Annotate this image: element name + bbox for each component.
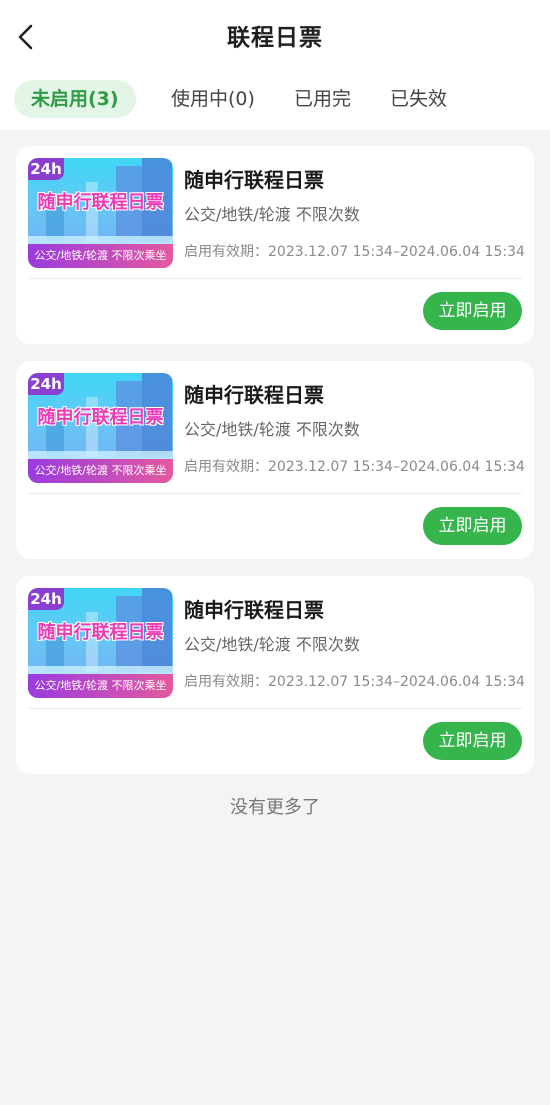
activate-button[interactable]: 立即启用 — [423, 722, 522, 760]
page-title: 联程日票 — [227, 25, 323, 51]
ticket-image-title: 随申行联程日票 — [37, 192, 164, 213]
ticket-card[interactable]: 24h 随申行联程日票 公交/地铁/轮渡 不限次乘坐 随申行联程日票 公交/地铁… — [16, 576, 534, 774]
tab-used-up[interactable]: 已用完 — [294, 80, 351, 118]
ticket-name: 随申行联程日票 — [184, 383, 324, 407]
duration-badge: 24h — [28, 373, 64, 395]
divider — [28, 493, 522, 494]
tab-unused[interactable]: 未启用(3) — [14, 80, 136, 118]
top-bar: 联程日票 未启用(3) 使用中(0) 已用完 已失效 — [0, 0, 550, 130]
ticket-name: 随申行联程日票 — [184, 598, 324, 622]
ticket-validity: 启用有效期：2023.12.07 15:34–2024.06.04 15:34 — [184, 674, 525, 690]
ticket-image-title: 随申行联程日票 — [37, 407, 164, 428]
ticket-name: 随申行联程日票 — [184, 168, 324, 192]
ticket-description: 公交/地铁/轮渡 不限次数 — [184, 635, 360, 654]
ticket-validity: 启用有效期：2023.12.07 15:34–2024.06.04 15:34 — [184, 459, 525, 475]
ticket-description: 公交/地铁/轮渡 不限次数 — [184, 205, 360, 224]
ticket-image-banner: 公交/地铁/轮渡 不限次乘坐 — [28, 674, 173, 698]
no-more-text: 没有更多了 — [230, 797, 320, 818]
ticket-description: 公交/地铁/轮渡 不限次数 — [184, 420, 360, 439]
divider — [28, 708, 522, 709]
tab-expired[interactable]: 已失效 — [390, 80, 447, 118]
activate-button[interactable]: 立即启用 — [423, 507, 522, 545]
ticket-image-banner: 公交/地铁/轮渡 不限次乘坐 — [28, 244, 173, 268]
tab-bar: 未启用(3) 使用中(0) 已用完 已失效 — [0, 80, 550, 120]
ticket-image: 24h 随申行联程日票 公交/地铁/轮渡 不限次乘坐 — [28, 373, 173, 483]
duration-badge: 24h — [28, 158, 64, 180]
ticket-image-banner: 公交/地铁/轮渡 不限次乘坐 — [28, 459, 173, 483]
activate-button[interactable]: 立即启用 — [423, 292, 522, 330]
divider — [28, 278, 522, 279]
ticket-image: 24h 随申行联程日票 公交/地铁/轮渡 不限次乘坐 — [28, 588, 173, 698]
ticket-image-title: 随申行联程日票 — [37, 622, 164, 643]
ticket-validity: 启用有效期：2023.12.07 15:34–2024.06.04 15:34 — [184, 244, 525, 260]
ticket-card[interactable]: 24h 随申行联程日票 公交/地铁/轮渡 不限次乘坐 随申行联程日票 公交/地铁… — [16, 146, 534, 344]
duration-badge: 24h — [28, 588, 64, 610]
ticket-card[interactable]: 24h 随申行联程日票 公交/地铁/轮渡 不限次乘坐 随申行联程日票 公交/地铁… — [16, 361, 534, 559]
tab-in-use[interactable]: 使用中(0) — [171, 80, 255, 118]
ticket-image: 24h 随申行联程日票 公交/地铁/轮渡 不限次乘坐 — [28, 158, 173, 268]
